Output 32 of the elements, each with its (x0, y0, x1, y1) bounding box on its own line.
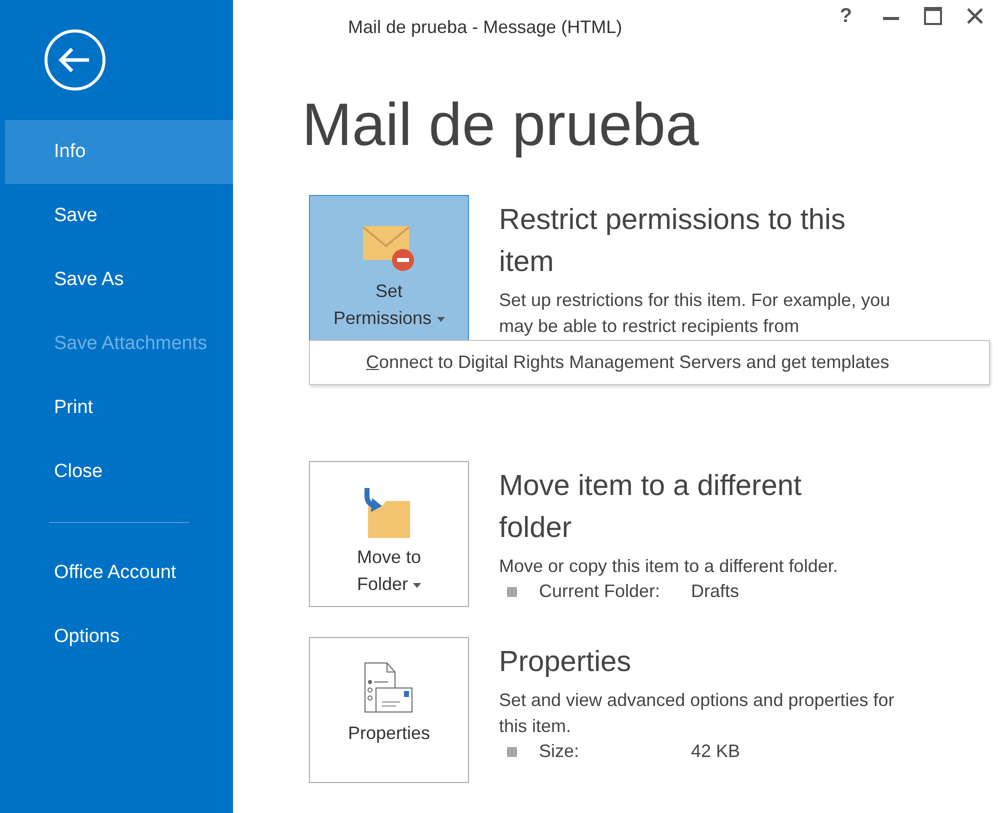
menu-item[interactable]: Save (5, 184, 233, 248)
section-description: Move or copy this item to a different folder. (499, 555, 839, 578)
bullet-icon (507, 746, 517, 756)
help-button[interactable]: ? (834, 4, 858, 28)
page-title: Mail de prueba (302, 90, 700, 159)
bullet-icon (507, 586, 517, 596)
menu-item[interactable]: Options (5, 605, 233, 669)
section-description: Set up restrictions for this item. For example, you may be able to restrict recipients from (499, 289, 892, 338)
window-title: Mail de prueba - Message (HTML) (348, 17, 622, 38)
section-description: Set and view advanced options and properties for this item. (499, 689, 896, 738)
close-icon[interactable] (966, 7, 984, 25)
action-button[interactable]: Properties (309, 637, 469, 783)
envelope-blocked-icon (363, 226, 415, 272)
menu-option[interactable]: Connect to Digital Rights Management Servers and get templates (310, 347, 989, 378)
maximize-icon[interactable] (924, 7, 942, 25)
menu-item[interactable]: Print (5, 376, 233, 440)
action-button[interactable]: Move to Folder (309, 461, 469, 607)
detail-value: Drafts (691, 581, 740, 602)
section-heading: Properties (499, 645, 632, 680)
detail-label: Current Folder: (539, 581, 662, 602)
menu-item[interactable]: Close (5, 440, 233, 504)
section-heading: Restrict permissions to this item (499, 203, 846, 280)
caret-icon (436, 316, 445, 322)
menu-item[interactable]: Office Account (5, 541, 233, 605)
caret-icon (413, 582, 422, 588)
menu-item[interactable]: Info (5, 120, 233, 184)
menu-item[interactable]: Save As (5, 248, 233, 312)
section-heading: Move item to a different folder (499, 469, 803, 546)
action-button[interactable]: Set Permissions (309, 195, 469, 341)
detail-value: 42 KB (691, 741, 740, 762)
detail-label: Size: (539, 741, 580, 762)
document-envelope-icon (364, 662, 414, 714)
